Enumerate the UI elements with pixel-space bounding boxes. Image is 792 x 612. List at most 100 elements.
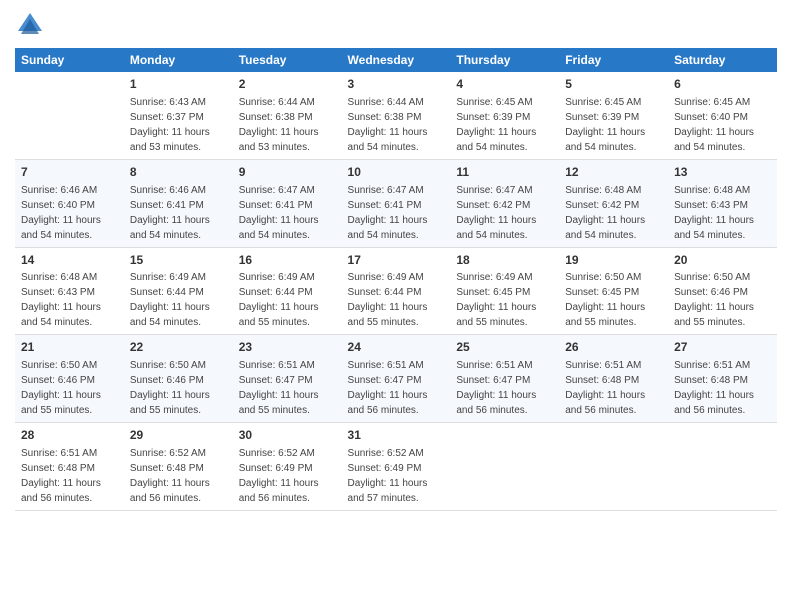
daylight-text: Daylight: 11 hours and 54 minutes. <box>130 215 210 241</box>
sunset-text: Sunset: 6:39 PM <box>565 112 639 123</box>
day-number: 5 <box>565 76 662 93</box>
daylight-text: Daylight: 11 hours and 55 minutes. <box>348 302 428 328</box>
day-number: 21 <box>21 339 118 356</box>
calendar-cell: 17Sunrise: 6:49 AMSunset: 6:44 PMDayligh… <box>342 247 451 335</box>
calendar-cell: 2 Sunrise: 6:44 AM Sunset: 6:38 PM Daylight… <box>233 72 342 159</box>
weekday-header-wednesday: Wednesday <box>342 48 451 72</box>
day-number: 2 <box>239 76 336 93</box>
daylight-text: Daylight: 11 hours and 54 minutes. <box>21 302 101 328</box>
sunrise-text: Sunrise: 6:50 AM <box>565 272 641 283</box>
daylight-text: Daylight: 11 hours and 54 minutes. <box>130 302 210 328</box>
sunset-text: Sunset: 6:48 PM <box>565 375 639 386</box>
day-number: 25 <box>456 339 553 356</box>
sunrise-text: Sunrise: 6:44 AM <box>239 97 315 108</box>
calendar-cell: 5Sunrise: 6:45 AMSunset: 6:39 PMDaylight… <box>559 72 668 159</box>
sunset-text: Sunset: 6:48 PM <box>130 463 204 474</box>
calendar-cell: 19Sunrise: 6:50 AMSunset: 6:45 PMDayligh… <box>559 247 668 335</box>
calendar-cell: 25Sunrise: 6:51 AMSunset: 6:47 PMDayligh… <box>450 335 559 423</box>
sunrise-text: Sunrise: 6:45 AM <box>674 97 750 108</box>
sunrise-text: Sunrise: 6:49 AM <box>348 272 424 283</box>
sunset-text: Sunset: 6:40 PM <box>21 200 95 211</box>
sunrise-text: Sunrise: 6:51 AM <box>21 448 97 459</box>
calendar-cell: 15 Sunrise: 6:49 AM Sunset: 6:44 PM Dayligh… <box>124 247 233 335</box>
calendar-cell: 13Sunrise: 6:48 AMSunset: 6:43 PMDayligh… <box>668 159 777 247</box>
page: SundayMondayTuesdayWednesdayThursdayFrid… <box>0 0 792 612</box>
sunset-text: Sunset: 6:44 PM <box>130 287 204 298</box>
calendar-cell <box>559 423 668 511</box>
daylight-text: Daylight: 11 hours and 56 minutes. <box>239 478 319 504</box>
sunrise-text: Sunrise: 6:44 AM <box>348 97 424 108</box>
sunrise-text: Sunrise: 6:50 AM <box>21 360 97 371</box>
week-row-1: 1Sunrise: 6:43 AMSunset: 6:37 PMDaylight… <box>15 72 777 159</box>
sunset-text: Sunset: 6:38 PM <box>348 112 422 123</box>
day-number: 12 <box>565 164 662 181</box>
sunset-text: Sunset: 6:43 PM <box>21 287 95 298</box>
calendar-cell: 26Sunrise: 6:51 AMSunset: 6:48 PMDayligh… <box>559 335 668 423</box>
sunset-text: Sunset: 6:41 PM <box>239 200 313 211</box>
day-number: 18 <box>456 252 553 269</box>
calendar-cell: 8Sunrise: 6:46 AMSunset: 6:41 PMDaylight… <box>124 159 233 247</box>
day-number: 24 <box>348 339 445 356</box>
daylight-text: Daylight: 11 hours and 55 minutes. <box>565 302 645 328</box>
calendar-cell: 30Sunrise: 6:52 AMSunset: 6:49 PMDayligh… <box>233 423 342 511</box>
sunset-text: Sunset: 6:40 PM <box>674 112 748 123</box>
sunrise-text: Sunrise: 6:48 AM <box>674 185 750 196</box>
sunrise-text: Sunrise: 6:48 AM <box>21 272 97 283</box>
sunset-text: Sunset: 6:44 PM <box>239 287 313 298</box>
calendar-cell: 20Sunrise: 6:50 AMSunset: 6:46 PMDayligh… <box>668 247 777 335</box>
sunrise-text: Sunrise: 6:52 AM <box>130 448 206 459</box>
daylight-text: Daylight: 11 hours and 54 minutes. <box>348 127 428 153</box>
daylight-text: Daylight: 11 hours and 53 minutes. <box>130 127 210 153</box>
daylight-text: Daylight: 11 hours and 54 minutes. <box>456 127 536 153</box>
sunset-text: Sunset: 6:41 PM <box>348 200 422 211</box>
day-number: 23 <box>239 339 336 356</box>
day-number: 19 <box>565 252 662 269</box>
calendar-cell: 22Sunrise: 6:50 AMSunset: 6:46 PMDayligh… <box>124 335 233 423</box>
daylight-text: Daylight: 11 hours and 56 minutes. <box>674 390 754 416</box>
weekday-header-monday: Monday <box>124 48 233 72</box>
day-number: 9 <box>239 164 336 181</box>
calendar-cell: 29Sunrise: 6:52 AMSunset: 6:48 PMDayligh… <box>124 423 233 511</box>
sunset-text: Sunset: 6:47 PM <box>348 375 422 386</box>
sunrise-text: Sunrise: 6:47 AM <box>348 185 424 196</box>
sunrise-text: Sunrise: 6:48 AM <box>565 185 641 196</box>
sunset-text: Sunset: 6:48 PM <box>21 463 95 474</box>
daylight-text: Daylight: 11 hours and 55 minutes. <box>130 390 210 416</box>
day-number: 10 <box>348 164 445 181</box>
calendar-cell <box>668 423 777 511</box>
sunset-text: Sunset: 6:45 PM <box>456 287 530 298</box>
weekday-header-saturday: Saturday <box>668 48 777 72</box>
calendar-cell: 16Sunrise: 6:49 AMSunset: 6:44 PMDayligh… <box>233 247 342 335</box>
sunrise-text: Sunrise: 6:45 AM <box>565 97 641 108</box>
sunrise-text: Sunrise: 6:51 AM <box>456 360 532 371</box>
calendar-cell: 18Sunrise: 6:49 AMSunset: 6:45 PMDayligh… <box>450 247 559 335</box>
calendar-cell: 23Sunrise: 6:51 AMSunset: 6:47 PMDayligh… <box>233 335 342 423</box>
sunset-text: Sunset: 6:49 PM <box>348 463 422 474</box>
sunrise-text: Sunrise: 6:49 AM <box>130 272 206 283</box>
day-number: 6 <box>674 76 771 93</box>
sunset-text: Sunset: 6:49 PM <box>239 463 313 474</box>
calendar-cell: 27Sunrise: 6:51 AMSunset: 6:48 PMDayligh… <box>668 335 777 423</box>
day-number: 17 <box>348 252 445 269</box>
sunrise-text: Sunrise: 6:52 AM <box>239 448 315 459</box>
day-number: 15 <box>130 252 227 269</box>
calendar-table: SundayMondayTuesdayWednesdayThursdayFrid… <box>15 48 777 511</box>
sunset-text: Sunset: 6:48 PM <box>674 375 748 386</box>
daylight-text: Daylight: 11 hours and 56 minutes. <box>130 478 210 504</box>
week-row-5: 28Sunrise: 6:51 AMSunset: 6:48 PMDayligh… <box>15 423 777 511</box>
day-number: 20 <box>674 252 771 269</box>
daylight-text: Daylight: 11 hours and 55 minutes. <box>674 302 754 328</box>
calendar-cell: 14Sunrise: 6:48 AMSunset: 6:43 PMDayligh… <box>15 247 124 335</box>
daylight-text: Daylight: 11 hours and 53 minutes. <box>239 127 319 153</box>
sunset-text: Sunset: 6:38 PM <box>239 112 313 123</box>
sunrise-text: Sunrise: 6:51 AM <box>565 360 641 371</box>
calendar-cell: 9Sunrise: 6:47 AMSunset: 6:41 PMDaylight… <box>233 159 342 247</box>
sunrise-text: Sunrise: 6:51 AM <box>239 360 315 371</box>
sunset-text: Sunset: 6:41 PM <box>130 200 204 211</box>
day-number: 31 <box>348 427 445 444</box>
weekday-header-row: SundayMondayTuesdayWednesdayThursdayFrid… <box>15 48 777 72</box>
sunrise-text: Sunrise: 6:52 AM <box>348 448 424 459</box>
daylight-text: Daylight: 11 hours and 54 minutes. <box>674 127 754 153</box>
calendar-cell <box>15 72 124 159</box>
daylight-text: Daylight: 11 hours and 54 minutes. <box>239 215 319 241</box>
